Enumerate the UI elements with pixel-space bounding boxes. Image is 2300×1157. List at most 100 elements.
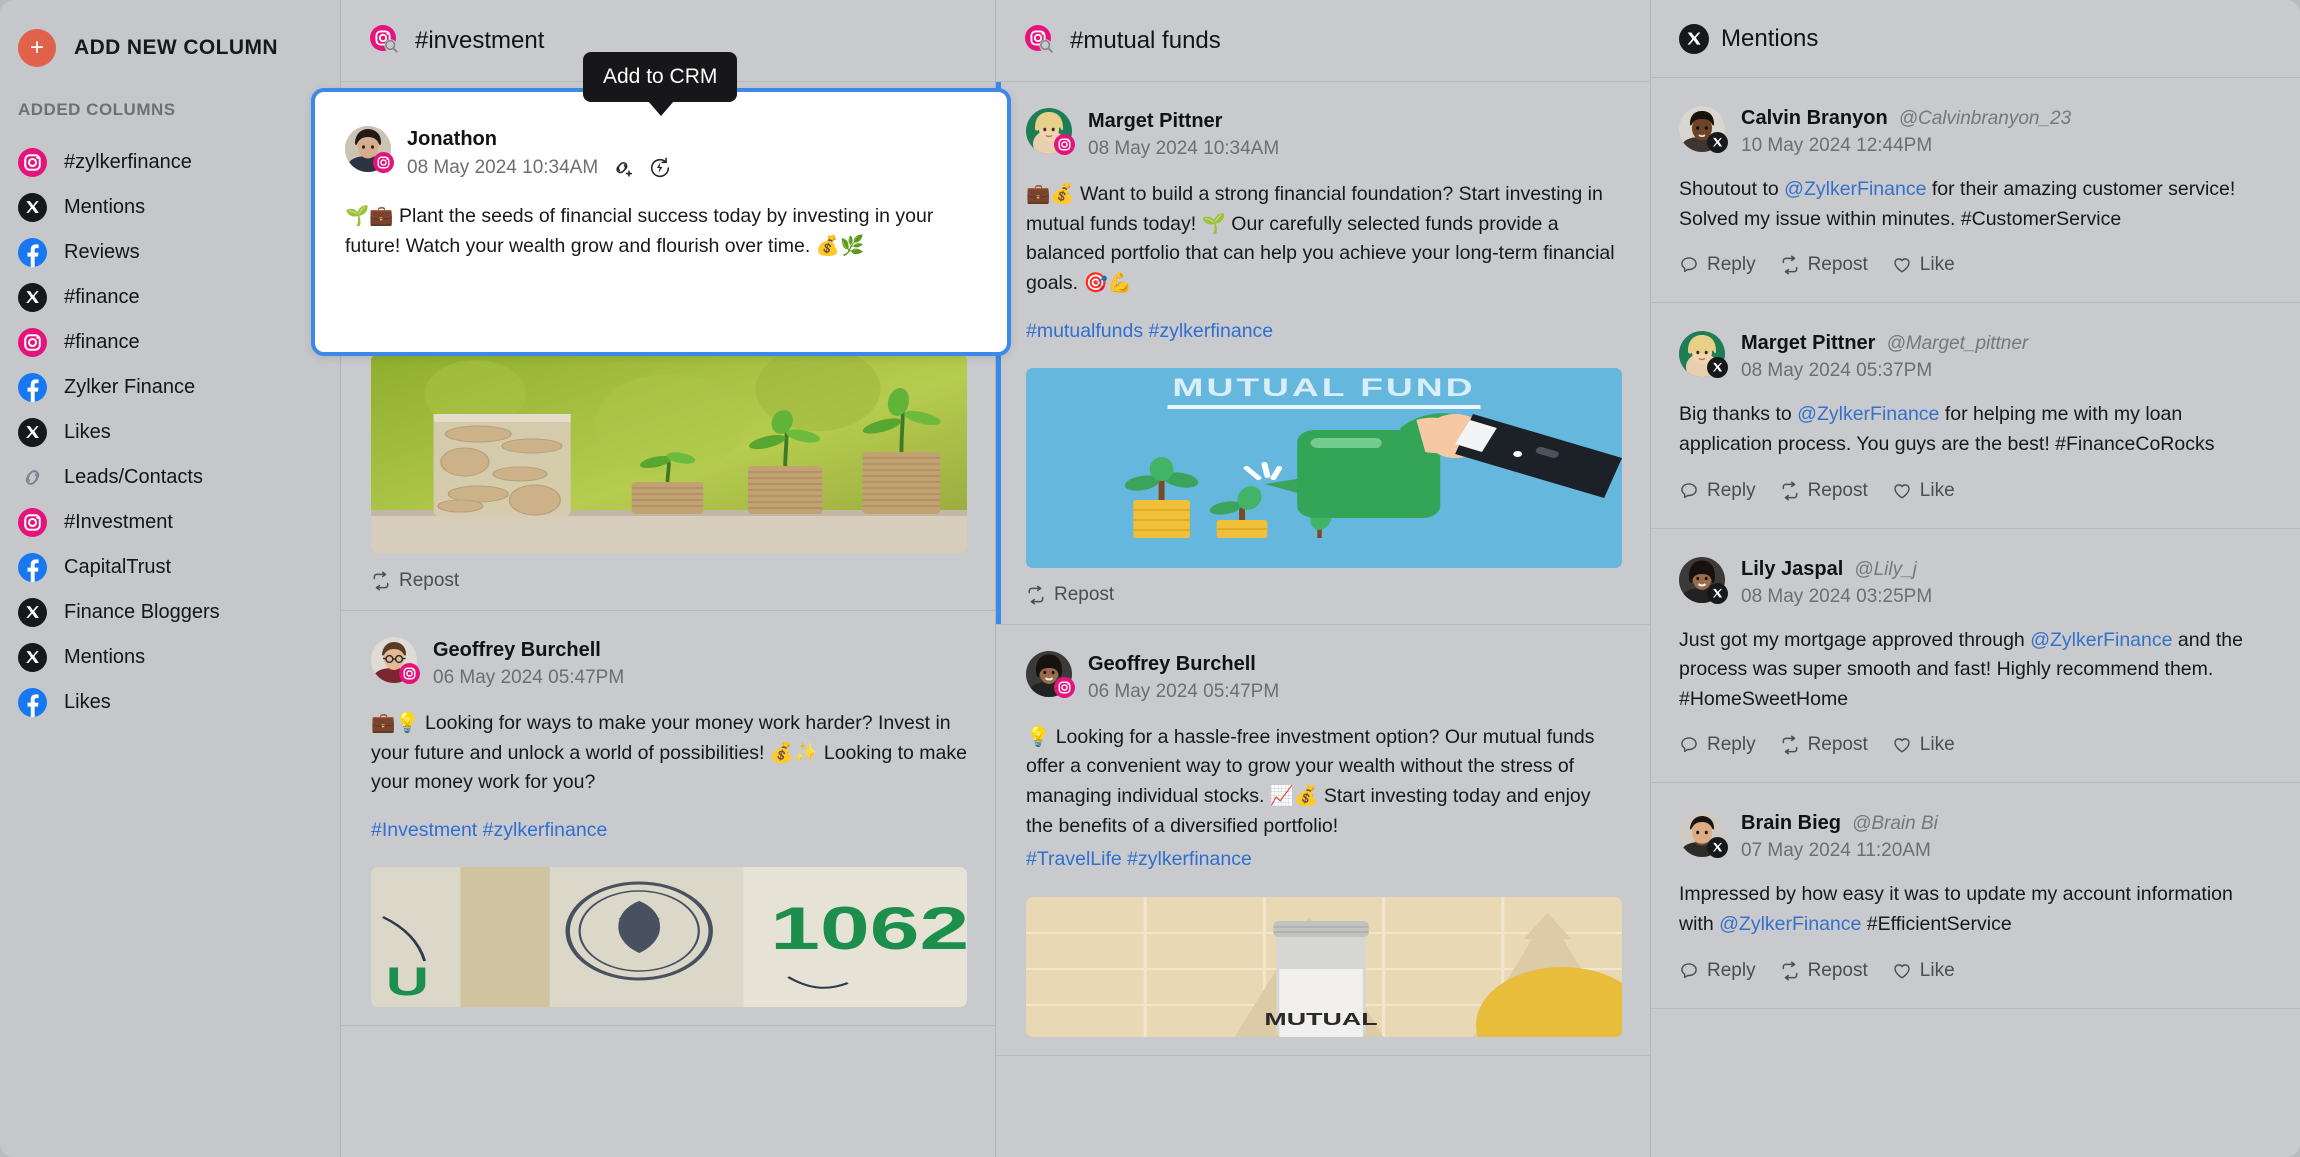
- like-icon: [1892, 735, 1912, 755]
- mention-post-card[interactable]: Calvin Branyon @Calvinbranyon_23 10 May 20…: [1651, 78, 2300, 304]
- repost-button[interactable]: Repost: [1780, 734, 1868, 756]
- instagram-icon: [18, 148, 47, 177]
- mention-post-card[interactable]: Marget Pittner @Marget_pittner 08 May 2024…: [1651, 303, 2300, 529]
- sidebar-item-label: Leads/Contacts: [64, 466, 203, 488]
- post-hashtags[interactable]: #Investment #zylkerfinance: [371, 816, 967, 845]
- mention-handle-link[interactable]: @ZylkerFinance: [1784, 178, 1926, 200]
- like-button[interactable]: Like: [1892, 254, 1955, 276]
- repost-button[interactable]: Repost: [371, 570, 459, 592]
- sidebar-item-finance[interactable]: #finance: [0, 275, 340, 320]
- sidebar-item-label: Zylker Finance: [64, 376, 196, 398]
- sidebar-item-zylkerfinance[interactable]: Zylker Finance: [0, 365, 340, 410]
- column-header-mentions[interactable]: Mentions: [1651, 0, 2300, 78]
- sidebar-item-mentions[interactable]: Mentions: [0, 635, 340, 680]
- post-media[interactable]: [1026, 367, 1622, 568]
- avatar[interactable]: [1679, 106, 1725, 152]
- sidebar-item-label: Likes: [64, 691, 111, 713]
- coins-jar-plants-photo: [371, 354, 967, 554]
- reply-button[interactable]: Reply: [1679, 254, 1756, 276]
- post-card[interactable]: Geoffrey Burchell 06 May 2024 05:47PM 💼💡…: [341, 611, 995, 1027]
- refresh-flash-icon[interactable]: [648, 156, 672, 180]
- column-body-mutual-funds[interactable]: Marget Pittner 08 May 2024 10:34AM 💼💰 Wa…: [996, 82, 1650, 1157]
- selected-post-card[interactable]: Add to CRM Jonathon 08 May 2024 10:34AM …: [311, 52, 1011, 356]
- sidebar-item-label: #zylkerfinance: [64, 151, 192, 173]
- add-to-crm-icon[interactable]: [611, 156, 635, 180]
- mention-handle-link[interactable]: @ZylkerFinance: [1719, 913, 1861, 935]
- sidebar-item-likes[interactable]: Likes: [0, 410, 340, 455]
- post-hashtags[interactable]: #mutualfunds #zylkerfinance: [1026, 317, 1622, 346]
- sidebar-item-zylkerfinance[interactable]: #zylkerfinance: [0, 140, 340, 185]
- post-media[interactable]: [1026, 896, 1622, 1037]
- sidebar-item-finance[interactable]: #finance: [0, 320, 340, 365]
- column-body-mentions[interactable]: Calvin Branyon @Calvinbranyon_23 10 May 20…: [1651, 78, 2300, 1157]
- sidebar-item-reviews[interactable]: Reviews: [0, 230, 340, 275]
- mention-handle: @Calvinbranyon_23: [1898, 108, 2072, 129]
- avatar[interactable]: [1026, 108, 1072, 154]
- post-card[interactable]: Geoffrey Burchell 06 May 2024 05:47PM 💡 …: [996, 625, 1650, 1056]
- sidebar-item-investment[interactable]: #Investment: [0, 500, 340, 545]
- avatar[interactable]: [1679, 556, 1728, 604]
- sidebar: + ADD NEW COLUMN ADDED COLUMNS #zylkerfi…: [0, 0, 340, 1157]
- sidebar-item-mentions[interactable]: Mentions: [0, 185, 340, 230]
- avatar[interactable]: [345, 126, 391, 172]
- avatar[interactable]: [371, 637, 417, 683]
- post-card[interactable]: Repost: [341, 350, 995, 611]
- sidebar-item-financebloggers[interactable]: Finance Bloggers: [0, 590, 340, 635]
- mention-handle: @Lily_j: [1854, 558, 1917, 580]
- mention-handle-link[interactable]: @ZylkerFinance: [2030, 629, 2172, 651]
- post-hashtags[interactable]: #TravelLife #zylkerfinance: [1026, 845, 1622, 874]
- sidebar-item-label: #Investment: [64, 511, 173, 533]
- repost-label: Repost: [1807, 734, 1868, 756]
- repost-button[interactable]: Repost: [1780, 960, 1868, 982]
- instagram-search-icon: [369, 24, 403, 58]
- like-button[interactable]: Like: [1892, 480, 1955, 502]
- like-icon: [1892, 481, 1912, 501]
- repost-icon: [1026, 585, 1046, 605]
- repost-button[interactable]: Repost: [1780, 480, 1868, 502]
- x-twitter-icon: [1707, 357, 1728, 378]
- facebook-icon: [18, 238, 47, 267]
- mention-author: Brain Bieg: [1741, 812, 1842, 835]
- repost-button[interactable]: Repost: [1780, 254, 1868, 276]
- instagram-icon: [1054, 134, 1075, 155]
- avatar[interactable]: [1026, 650, 1072, 697]
- post-timestamp: 06 May 2024 05:47PM: [433, 667, 625, 688]
- reply-label: Reply: [1707, 254, 1756, 276]
- add-new-column-label: ADD NEW COLUMN: [74, 36, 278, 59]
- mention-text: Shoutout to @ZylkerFinance for their ama…: [1679, 175, 2270, 234]
- sidebar-item-label: Likes: [64, 421, 111, 443]
- like-button[interactable]: Like: [1892, 960, 1955, 982]
- mention-actions: Reply Repost Like: [1679, 960, 2270, 982]
- avatar[interactable]: [1679, 331, 1725, 377]
- plus-icon: +: [18, 29, 56, 67]
- mention-header: Marget Pittner @Marget_pittner 08 May 2024…: [1679, 331, 2270, 382]
- mention-post-card[interactable]: Lily Jaspal @Lily_j 08 May 2024 03:25PM Jus…: [1651, 529, 2300, 784]
- like-button[interactable]: Like: [1892, 734, 1955, 756]
- reply-button[interactable]: Reply: [1679, 960, 1756, 982]
- reply-icon: [1679, 481, 1699, 501]
- reply-button[interactable]: Reply: [1679, 480, 1756, 502]
- mention-header: Brain Bieg @Brain Bi 07 May 2024 11:20AM: [1679, 811, 2270, 862]
- repost-button[interactable]: Repost: [1026, 584, 1114, 606]
- sidebar-item-leadscontacts[interactable]: Leads/Contacts: [0, 455, 340, 500]
- leads-contacts-icon: [18, 463, 47, 492]
- column-header-mutual-funds[interactable]: #mutual funds: [996, 0, 1650, 82]
- sidebar-item-likes[interactable]: Likes: [0, 680, 340, 725]
- x-twitter-icon: [1707, 583, 1728, 604]
- add-new-column-button[interactable]: + ADD NEW COLUMN: [0, 16, 340, 72]
- post-text: 💼💰 Want to build a strong financial foun…: [1026, 183, 1621, 294]
- mention-header: Lily Jaspal @Lily_j 08 May 2024 03:25PM: [1679, 556, 2270, 608]
- instagram-search-icon: [1024, 24, 1058, 58]
- repost-label: Repost: [1807, 254, 1868, 276]
- mention-post-card[interactable]: Brain Bieg @Brain Bi 07 May 2024 11:20AM Im…: [1651, 783, 2300, 1009]
- sidebar-item-capitaltrust[interactable]: CapitalTrust: [0, 545, 340, 590]
- mention-author: Marget Pittner: [1741, 332, 1876, 355]
- mention-handle-link[interactable]: @ZylkerFinance: [1797, 403, 1939, 425]
- post-media[interactable]: [371, 354, 967, 554]
- post-media[interactable]: [371, 867, 967, 1008]
- sidebar-item-label: Mentions: [64, 646, 146, 668]
- post-card[interactable]: Marget Pittner 08 May 2024 10:34AM 💼💰 Wa…: [996, 82, 1650, 625]
- sidebar-item-label: #finance: [64, 286, 140, 308]
- reply-button[interactable]: Reply: [1679, 734, 1756, 756]
- avatar[interactable]: [1679, 811, 1725, 857]
